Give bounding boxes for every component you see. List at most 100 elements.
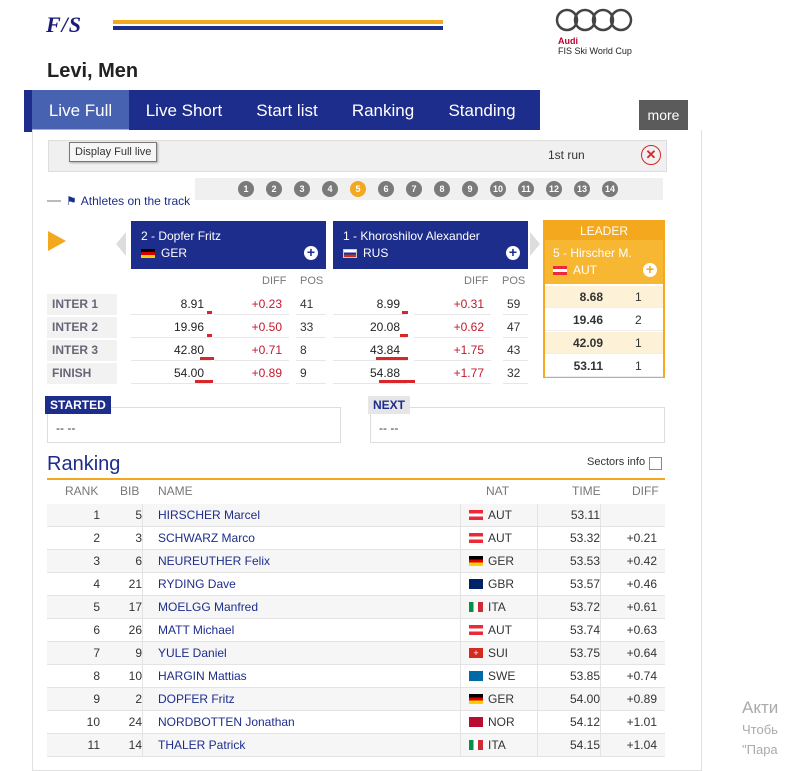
time-gap-bar — [207, 334, 212, 337]
athlete-name-link[interactable]: MOELGG Manfred — [158, 596, 258, 618]
next-box: -- -- — [370, 407, 665, 443]
tab-ranking[interactable]: Ranking — [340, 90, 426, 132]
track-divider — [47, 200, 61, 202]
add-leader-icon[interactable]: + — [643, 262, 657, 277]
bib-button[interactable]: 14 — [602, 181, 618, 197]
table-row[interactable]: 11 14 THALER Patrick ITA 54.15 +1.04 — [47, 734, 665, 757]
add-athlete-icon[interactable]: + — [506, 245, 520, 260]
flag-ita-icon — [469, 740, 483, 750]
time-gap-bar — [200, 357, 214, 360]
bib-button[interactable]: 4 — [322, 181, 338, 197]
column-divider — [460, 619, 461, 641]
column-divider — [537, 619, 538, 641]
bib-button[interactable]: 1 — [238, 181, 254, 197]
diff-cell: +0.64 — [626, 646, 657, 660]
leader-pos: 1 — [635, 336, 642, 350]
bib-button[interactable]: 11 — [518, 181, 534, 197]
more-button[interactable]: more — [639, 100, 688, 130]
tab-start-list[interactable]: Start list — [242, 90, 332, 132]
table-row[interactable]: 5 17 MOELGG Manfred ITA 53.72 +0.61 — [47, 596, 665, 619]
bib-button[interactable]: 6 — [378, 181, 394, 197]
rank-cell: 10 — [86, 715, 100, 729]
column-divider — [460, 504, 461, 526]
header-stripe-orange — [113, 20, 443, 24]
bib-cell: 17 — [128, 600, 142, 614]
play-arrow-icon[interactable] — [48, 231, 66, 251]
athlete-name-link[interactable]: RYDING Dave — [158, 573, 236, 595]
add-athlete-icon[interactable]: + — [304, 245, 318, 260]
table-row[interactable]: 8 10 HARGIN Mattias SWE 53.85 +0.74 — [47, 665, 665, 688]
athlete-name-link[interactable]: THALER Patrick — [158, 734, 245, 756]
col-time: TIME — [572, 484, 601, 498]
sectors-info-checkbox[interactable] — [649, 457, 662, 470]
table-row[interactable]: 7 9 YULE Daniel + SUI 53.75 +0.64 — [47, 642, 665, 665]
split-diff: +0.50 — [214, 317, 289, 338]
table-row[interactable]: 6 26 MATT Michael AUT 53.74 +0.63 — [47, 619, 665, 642]
column-divider — [600, 504, 601, 526]
table-row[interactable]: 1 5 HIRSCHER Marcel AUT 53.11 — [47, 504, 665, 527]
column-divider — [142, 596, 143, 618]
athlete-name-link[interactable]: NORDBOTTEN Jonathan — [158, 711, 295, 733]
close-icon[interactable]: ✕ — [641, 145, 661, 165]
table-row[interactable]: 10 24 NORDBOTTEN Jonathan NOR 54.12 +1.01 — [47, 711, 665, 734]
bib-button[interactable]: 7 — [406, 181, 422, 197]
athlete-name-link[interactable]: HIRSCHER Marcel — [158, 504, 260, 526]
column-divider — [600, 734, 601, 756]
prev-athlete-icon[interactable] — [116, 232, 126, 256]
bib-button[interactable]: 9 — [462, 181, 478, 197]
column-divider — [600, 527, 601, 549]
table-row[interactable]: 2 3 SCHWARZ Marco AUT 53.32 +0.21 — [47, 527, 665, 550]
tab-live-full[interactable]: Live Full — [32, 90, 129, 132]
bib-cell: 24 — [128, 715, 142, 729]
diff-cell: +0.46 — [626, 577, 657, 591]
column-divider — [537, 642, 538, 664]
rank-cell: 11 — [87, 738, 100, 752]
bib-cell: 26 — [128, 623, 142, 637]
athlete-nat: GER — [141, 246, 187, 260]
bib-cell: 9 — [135, 646, 142, 660]
column-divider — [600, 688, 601, 710]
table-row[interactable]: 3 6 NEUREUTHER Felix GER 53.53 +0.42 — [47, 550, 665, 573]
bib-button[interactable]: 5 — [350, 181, 366, 197]
flag-sui-icon: + — [469, 648, 483, 658]
bib-button[interactable]: 13 — [574, 181, 590, 197]
split-diff: +1.77 — [414, 363, 491, 384]
bib-button[interactable]: 8 — [434, 181, 450, 197]
column-divider — [537, 711, 538, 733]
table-row[interactable]: 9 2 DOPFER Fritz GER 54.00 +0.89 — [47, 688, 665, 711]
athlete-name-link[interactable]: HARGIN Mattias — [158, 665, 247, 687]
rank-cell: 3 — [93, 554, 100, 568]
split-inter2: INTER 2 — [47, 317, 117, 338]
flag-ger-icon — [469, 556, 483, 566]
athlete-name-link[interactable]: SCHWARZ Marco — [158, 527, 255, 549]
bib-button[interactable]: 10 — [490, 181, 506, 197]
split-pos: 41 — [296, 294, 326, 315]
nat-cell: GER — [488, 692, 515, 706]
bib-cell: 2 — [135, 692, 142, 706]
tab-live-short[interactable]: Live Short — [133, 90, 235, 132]
bib-button[interactable]: 2 — [266, 181, 282, 197]
col-name: NAME — [158, 484, 193, 498]
next-athlete-icon[interactable] — [530, 232, 540, 256]
split-diff: +0.89 — [214, 363, 289, 384]
column-divider — [537, 665, 538, 687]
tab-standing[interactable]: Standing — [436, 90, 528, 132]
column-divider — [460, 550, 461, 572]
time-cell: 53.53 — [569, 554, 600, 568]
athlete-name-link[interactable]: DOPFER Fritz — [158, 688, 235, 710]
column-divider — [460, 665, 461, 687]
column-divider — [142, 504, 143, 526]
athlete-name-link[interactable]: YULE Daniel — [158, 642, 227, 664]
ranking-rule — [47, 478, 665, 480]
athlete-name-link[interactable]: MATT Michael — [158, 619, 234, 641]
table-row[interactable]: 4 21 RYDING Dave GBR 53.57 +0.46 — [47, 573, 665, 596]
nat-cell: AUT — [488, 531, 512, 545]
time-cell: 53.74 — [569, 623, 600, 637]
time-cell: 54.00 — [569, 692, 600, 706]
column-divider — [460, 642, 461, 664]
split-pos: 59 — [503, 294, 528, 315]
athlete-name-link[interactable]: NEUREUTHER Felix — [158, 550, 270, 572]
bib-button[interactable]: 12 — [546, 181, 562, 197]
bib-button[interactable]: 3 — [294, 181, 310, 197]
leader-title: LEADER — [545, 222, 663, 240]
